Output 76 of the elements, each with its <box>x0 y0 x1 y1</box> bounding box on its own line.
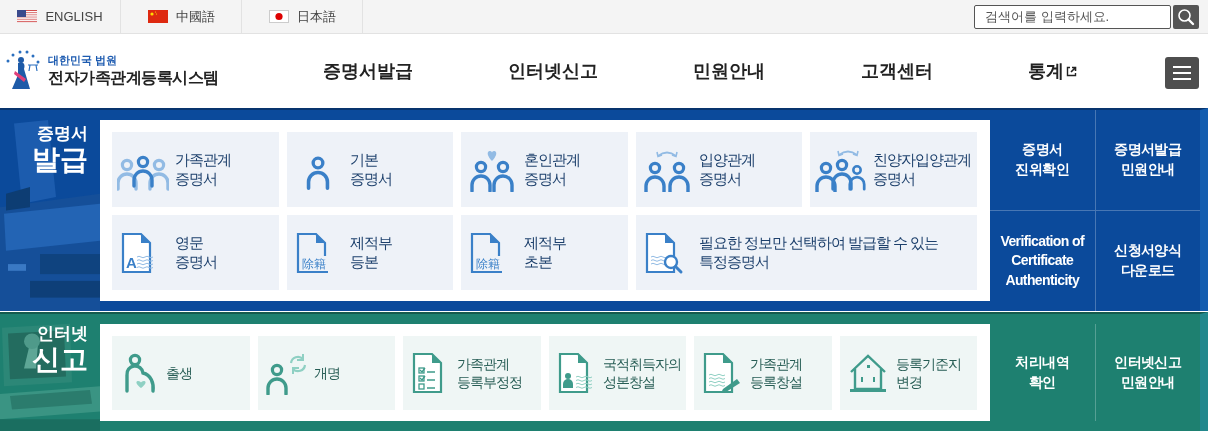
service-tile[interactable]: A 영문 증명서 <box>112 215 279 290</box>
quick-link[interactable]: Verification of Certificate Authenticity <box>990 211 1095 311</box>
tile-label: 개명 <box>313 363 340 383</box>
service-tile[interactable]: 除籍 제적부 등본 <box>286 215 454 290</box>
tile-label: 필요한 정보만 선택하여 발급할 수 있는 특정증명서 <box>698 233 938 272</box>
tile-label: 제적부 등본 <box>349 233 392 272</box>
section-title: 발급 <box>32 143 88 176</box>
menu-icon <box>1173 66 1191 80</box>
house-icon <box>849 354 886 392</box>
site-title[interactable]: 전자가족관계등록시스템 <box>48 68 219 89</box>
person-refresh-icon <box>265 353 306 395</box>
document-icon <box>121 232 154 273</box>
nav-link[interactable]: 인터넷신고 <box>508 59 599 83</box>
people-icon <box>117 155 169 191</box>
tile-label: 등록기준지 변경 <box>895 354 961 392</box>
section-title: 증명서 <box>37 124 88 144</box>
organization-name: 대한민국 법원 <box>48 53 119 68</box>
service-tile[interactable]: 친양자입양관계 증명서 <box>810 132 977 207</box>
service-tile[interactable]: 등록기준지 변경 <box>839 336 977 410</box>
document-icon <box>471 232 503 273</box>
service-tile[interactable]: 기본 증명서 <box>286 132 454 207</box>
people-arrows-icon <box>644 150 690 192</box>
service-tile[interactable]: 가족관계 증명서 <box>112 132 279 207</box>
quick-link[interactable]: 증명서 진위확인 <box>990 110 1095 210</box>
service-tile[interactable]: 혼인관계 증명서 <box>461 132 628 207</box>
couple-heart-icon <box>470 150 514 192</box>
service-tile[interactable]: 입양관계 증명서 <box>635 132 803 207</box>
nav-link[interactable]: 통계 <box>1028 59 1078 83</box>
nav-link[interactable]: 증명서발급 <box>322 59 413 83</box>
language-link[interactable]: 日本語 <box>242 0 363 33</box>
service-tile[interactable]: 필요한 정보만 선택하여 발급할 수 있는 특정증명서 <box>635 215 977 290</box>
search-icon <box>1177 7 1195 26</box>
person-heart-icon <box>125 353 155 393</box>
quick-link[interactable]: 처리내역 확인 <box>990 324 1095 421</box>
section-title: 인터넷 <box>37 324 88 344</box>
service-tile[interactable]: 가족관계 등록창설 <box>694 336 832 410</box>
tile-label: 친양자입양관계 증명서 <box>873 150 972 189</box>
language-link[interactable]: 中國語 <box>121 0 242 33</box>
document-label: 除籍 <box>301 256 326 271</box>
person-icon <box>306 156 329 190</box>
tile-label: 국적취득자의 성본창설 <box>602 354 681 392</box>
id-document-icon <box>558 352 592 394</box>
nav-link[interactable]: 민원안내 <box>693 59 766 83</box>
nav-link[interactable]: 고객센터 <box>860 59 933 83</box>
quick-link[interactable]: 인터넷신고 민원안내 <box>1094 324 1200 421</box>
tile-label: 기본 증명서 <box>349 150 392 189</box>
section-title: 신고 <box>32 343 88 376</box>
flag-icon <box>17 10 38 23</box>
menu-button[interactable] <box>1165 57 1199 89</box>
tile-label: 입양관계 증명서 <box>698 150 755 189</box>
tile-label: 출생 <box>166 363 192 383</box>
tile-label: 가족관계 증명서 <box>175 150 231 189</box>
document-label: 除籍 <box>476 256 501 271</box>
tile-label: 영문 증명서 <box>175 233 217 272</box>
service-tile[interactable]: 출생 <box>112 336 250 410</box>
language-link[interactable]: ENGLISH <box>0 0 121 33</box>
people-arrows-icon <box>815 149 866 192</box>
quick-link[interactable]: 신청서양식 다운로드 <box>1094 211 1200 311</box>
checklist-icon <box>412 352 443 394</box>
tile-label: 가족관계 등록창설 <box>750 354 802 392</box>
flag-icon <box>268 10 289 23</box>
service-tile[interactable]: 除籍 제적부 초본 <box>461 215 628 290</box>
quick-link[interactable]: 증명서발급 민원안내 <box>1094 110 1200 210</box>
document-letter: A <box>126 253 137 271</box>
service-tile[interactable]: 가족관계 등록부정정 <box>403 336 541 410</box>
document-pen-icon <box>703 352 740 394</box>
tile-label: 가족관계 등록부정정 <box>457 354 522 392</box>
document-icon <box>296 232 328 273</box>
service-tile[interactable]: 국적취득자의 성본창설 <box>548 336 686 410</box>
document-search-icon <box>645 232 683 273</box>
search-button[interactable] <box>1173 4 1199 29</box>
tile-label: 혼인관계 증명서 <box>524 150 581 189</box>
tile-label: 제적부 초본 <box>524 233 567 272</box>
flag-icon <box>147 10 168 23</box>
service-tile[interactable]: 개명 <box>257 336 395 410</box>
search-field[interactable]: 검색어를 입력하세요. <box>974 4 1171 29</box>
